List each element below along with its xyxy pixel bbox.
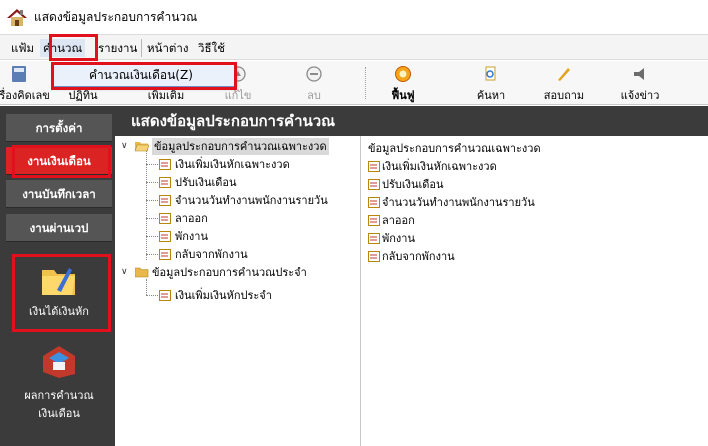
list-item[interactable]: กลับจากพักงาน — [368, 248, 455, 265]
tree-group-period[interactable]: ∨ ข้อมูลประกอบการคำนวณเฉพาะงวด — [121, 138, 329, 155]
toolbar-separator — [365, 67, 366, 99]
shortcut-payroll-result[interactable]: ผลการคำนวณ เงินเดือน — [6, 342, 112, 422]
payroll-result-icon — [43, 346, 75, 378]
tree-item[interactable]: ลาออก — [159, 210, 208, 227]
delete-icon — [306, 66, 322, 82]
list-item[interactable]: จำนวนวันทำงานพนักงานรายวัน — [368, 194, 535, 211]
edit-document-icon — [159, 195, 171, 206]
tree-group-regular[interactable]: ∨ ข้อมูลประกอบการคำนวณประจำ — [121, 264, 307, 281]
menu-report[interactable]: รายงาน — [95, 39, 140, 57]
nav-tab-payroll[interactable]: งานเงินเดือน — [6, 147, 112, 175]
nav-tab-timekeeping[interactable]: งานบันทึกเวลา — [6, 180, 112, 208]
edit-document-icon — [159, 290, 171, 301]
announce-button[interactable]: แจ้งข่าว — [607, 63, 673, 103]
window-title: แสดงข้อมูลประกอบการคำนวณ — [34, 9, 198, 24]
edit-document-icon — [368, 251, 380, 262]
edit-document-icon — [368, 179, 380, 190]
tree-item[interactable]: จำนวนวันทำงานพนักงานรายวัน — [159, 192, 328, 209]
find-icon — [485, 66, 496, 81]
edit-document-icon — [368, 161, 380, 172]
edit-document-icon — [159, 159, 171, 170]
title-bar: แสดงข้อมูลประกอบการคำนวณ — [0, 0, 708, 34]
menu-separator — [141, 39, 142, 57]
detail-list-panel: ข้อมูลประกอบการคำนวณเฉพาะงวด เงินเพิ่มเง… — [362, 136, 708, 446]
house-roof-icon — [7, 9, 27, 26]
refresh-icon — [395, 66, 411, 82]
delete-button[interactable]: ลบ — [281, 63, 347, 103]
folder-open-icon — [135, 142, 149, 152]
list-item[interactable]: พักงาน — [368, 230, 415, 247]
edit-document-icon — [368, 197, 380, 208]
tree-item[interactable]: กลับจากพักงาน — [159, 246, 248, 263]
list-header: ข้อมูลประกอบการคำนวณเฉพาะงวด — [368, 142, 541, 155]
nav-tab-web[interactable]: งานผ่านเวป — [6, 214, 112, 242]
tree-panel: ∨ ข้อมูลประกอบการคำนวณเฉพาะงวด เงินเพิ่ม… — [115, 136, 361, 446]
edit-document-icon — [159, 249, 171, 260]
tree-item[interactable]: เงินเพิ่มเงินหักประจำ — [159, 287, 272, 304]
refresh-button[interactable]: ฟื้นฟู — [370, 63, 436, 103]
list-item[interactable]: ปรับเงินเดือน — [368, 176, 444, 193]
find-button[interactable]: ค้นหา — [458, 63, 524, 103]
nav-tab-settings[interactable]: การตั้งค่า — [6, 114, 112, 142]
calculator-button[interactable]: เครื่องคิดเลข — [0, 63, 52, 103]
tree-item[interactable]: ปรับเงินเดือน — [159, 174, 237, 191]
inquiry-icon — [558, 68, 570, 81]
collapse-chevron-icon[interactable]: ∨ — [121, 264, 131, 281]
inquiry-button[interactable]: สอบถาม — [531, 63, 597, 103]
announce-icon — [634, 68, 644, 80]
calculator-icon — [12, 66, 26, 82]
menu-window[interactable]: หน้าต่าง — [144, 39, 191, 57]
list-item[interactable]: เงินเพิ่มเงินหักเฉพาะงวด — [368, 158, 497, 175]
shortcut-payroll-result-label-1: ผลการคำนวณ — [24, 389, 94, 402]
menu-bar: แฟ้ม คำนวณ รายงาน หน้าต่าง วิธีใช้ — [0, 34, 708, 60]
calculate-menu-dropdown: คำนวณเงินเดือน(Z) — [52, 63, 235, 87]
page-title: แสดงข้อมูลประกอบการคำนวณ — [115, 106, 708, 136]
tree-item[interactable]: พักงาน — [159, 228, 208, 245]
edit-document-icon — [368, 233, 380, 244]
menu-help[interactable]: วิธีใช้ — [195, 39, 228, 57]
folder-edit-icon — [42, 268, 75, 295]
menu-item-calculate-salary[interactable]: คำนวณเงินเดือน(Z) — [89, 68, 193, 82]
edit-document-icon — [159, 213, 171, 224]
menu-calculate[interactable]: คำนวณ — [40, 39, 86, 57]
collapse-chevron-icon[interactable]: ∨ — [121, 138, 131, 155]
edit-document-icon — [368, 215, 380, 226]
left-navigation: การตั้งค่า งานเงินเดือน งานบันทึกเวลา งา… — [0, 106, 115, 446]
shortcut-income-deduction[interactable]: เงินได้เงินหัก — [6, 256, 112, 334]
edit-document-icon — [159, 177, 171, 188]
folder-icon — [135, 267, 149, 278]
edit-document-icon — [159, 231, 171, 242]
menu-file[interactable]: แฟ้ม — [8, 39, 37, 57]
shortcut-payroll-result-label-2: เงินเดือน — [38, 407, 80, 420]
list-item[interactable]: ลาออก — [368, 212, 415, 229]
tree-item[interactable]: เงินเพิ่มเงินหักเฉพาะงวด — [159, 156, 290, 173]
shortcut-income-deduction-label: เงินได้เงินหัก — [29, 305, 89, 318]
